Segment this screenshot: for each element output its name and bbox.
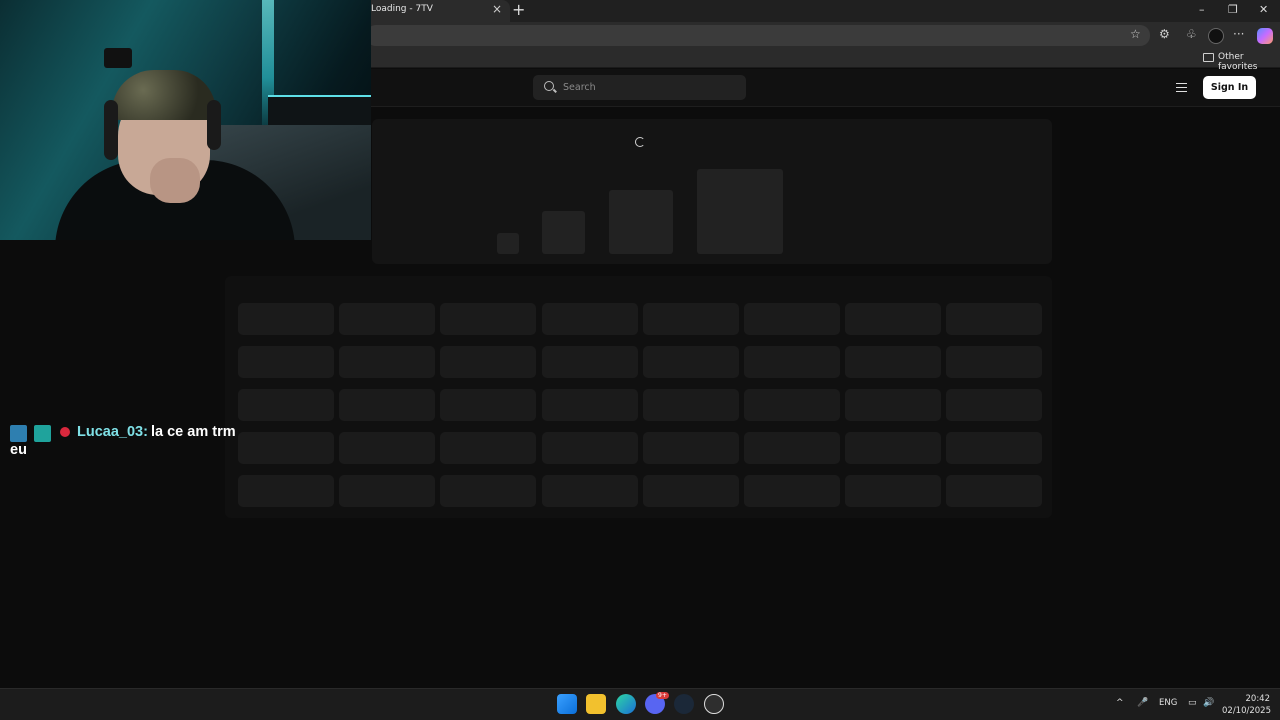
skeleton-card [744,389,840,421]
skeleton-emote [697,169,783,254]
skeleton-card [541,303,638,335]
skeleton-card [541,432,638,464]
tab-close-icon[interactable]: × [492,2,502,16]
skeleton-card [845,475,942,507]
language-indicator[interactable]: ENG [1159,698,1177,708]
search-icon [544,81,554,91]
minimize-button[interactable]: – [1199,3,1205,16]
skeleton-card [946,389,1043,421]
skeleton-card [744,346,840,378]
skeleton-emote [542,211,585,254]
search-input[interactable] [563,80,738,95]
streamer-cap [112,70,216,120]
skeleton-card [238,346,334,378]
sign-in-button[interactable]: Sign In [1203,76,1256,99]
microphone-icon[interactable]: 🎤 [1137,698,1148,708]
file-explorer-icon[interactable] [586,694,606,714]
skeleton-card [238,475,334,507]
headset-earcup [207,100,221,150]
clock[interactable]: 20:42 02/10/2025 [1222,693,1271,717]
more-icon[interactable]: ··· [1233,27,1244,41]
skeleton-card [845,346,942,378]
skeleton-card [238,303,334,335]
skeleton-card [642,389,739,421]
skeleton-card [238,432,334,464]
edge-icon[interactable] [616,694,636,714]
network-icon[interactable]: ▭ [1188,698,1197,708]
loading-spinner-icon [635,137,645,147]
skeleton-card [339,303,436,335]
skeleton-emote [609,190,673,254]
obs-icon[interactable] [704,694,724,714]
screen: Loading - 7TV × + – ❐ ✕ ☆ ⚙ ♧ ··· Other … [0,0,1280,720]
volume-icon[interactable]: 🔊 [1203,698,1214,708]
skeleton-card [440,432,537,464]
tab-title: Loading - 7TV [371,4,433,14]
skeleton-card [642,303,739,335]
copilot-icon[interactable] [1257,28,1273,44]
new-tab-button[interactable]: + [512,0,525,20]
star-icon[interactable]: ☆ [1130,27,1141,41]
close-window-button[interactable]: ✕ [1259,3,1268,16]
clock-date: 02/10/2025 [1222,706,1271,716]
skeleton-card [744,432,840,464]
tray-chevron-icon[interactable]: ^ [1116,698,1124,708]
restore-button[interactable]: ❐ [1228,3,1238,16]
skeleton-card [440,346,537,378]
skeleton-card [642,475,739,507]
wall-shelf [104,48,132,68]
skeleton-card [440,475,537,507]
steam-icon[interactable] [674,694,694,714]
webcam-overlay [0,0,371,240]
skeleton-card [642,346,739,378]
skeleton-card [946,346,1043,378]
chat-text-continued: eu [10,442,27,458]
skeleton-card [845,303,942,335]
skeleton-card [339,432,436,464]
streamer-hand [150,158,200,203]
skeleton-card [744,475,840,507]
clock-time: 20:42 [1245,694,1271,704]
skeleton-card [946,303,1043,335]
skeleton-card [339,475,436,507]
hamburger-menu-icon[interactable] [1176,83,1187,92]
url-field[interactable] [366,25,1150,46]
folder-icon [1203,53,1214,62]
profile-icon[interactable] [1208,28,1224,44]
skeleton-card [541,346,638,378]
skeleton-card [845,432,942,464]
skeleton-card [946,432,1043,464]
skeleton-card [339,346,436,378]
skeleton-card [238,389,334,421]
skeleton-card [339,389,436,421]
skeleton-emote [497,233,519,254]
skeleton-card [744,303,840,335]
collections-icon[interactable]: ♧ [1186,27,1197,41]
skeleton-card [541,475,638,507]
skeleton-card [845,389,942,421]
taskbar [0,688,1280,720]
badge-icon [34,425,51,442]
headset-icon [104,100,118,160]
skeleton-card [946,475,1043,507]
chat-text: la ce am trm [151,424,236,440]
skeleton-card [642,432,739,464]
skeleton-card [541,389,638,421]
chat-username: Lucaa_03: [77,424,148,440]
windows-start-icon[interactable] [557,694,577,714]
badge-icon [10,425,27,442]
skeleton-card [440,303,537,335]
extensions-icon[interactable]: ⚙ [1159,27,1170,41]
browser-tab[interactable]: Loading - 7TV × [364,0,510,22]
skeleton-card [440,389,537,421]
badge-icon [60,427,70,437]
discord-badge: 9+ [656,692,669,699]
